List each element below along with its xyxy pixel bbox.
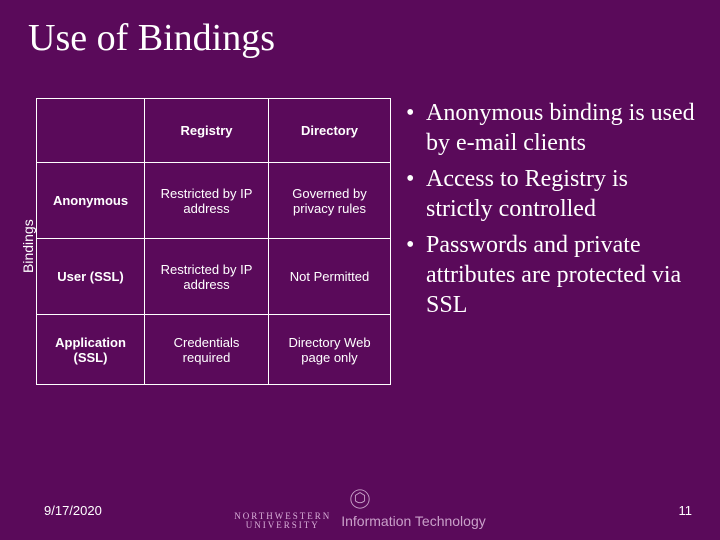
table-row: Application (SSL) Credentials required D… [37, 315, 391, 385]
page-title: Use of Bindings [28, 16, 275, 60]
header-blank [37, 99, 145, 163]
cell-directory: Directory Web page only [269, 315, 391, 385]
table-row: Anonymous Restricted by IP address Gover… [37, 163, 391, 239]
table-section: Bindings Registry Directory Anonymous Re… [0, 98, 400, 385]
content-area: Bindings Registry Directory Anonymous Re… [0, 98, 720, 385]
cell-registry: Restricted by IP address [145, 239, 269, 315]
list-item: Anonymous binding is used by e-mail clie… [400, 98, 700, 158]
department-label: Information Technology [341, 513, 486, 529]
list-item: Access to Registry is strictly controlle… [400, 164, 700, 224]
list-item: Passwords and private attributes are pro… [400, 230, 700, 320]
table-header-row: Registry Directory [37, 99, 391, 163]
cell-registry: Credentials required [145, 315, 269, 385]
footer-center: NORTHWESTERN UNIVERSITY Information Tech… [0, 488, 720, 530]
footer: 9/17/2020 NORTHWESTERN UNIVERSITY Inform… [0, 476, 720, 532]
university-crest-icon [349, 488, 371, 510]
cell-registry: Restricted by IP address [145, 163, 269, 239]
bindings-axis-label: Bindings [20, 219, 36, 273]
row-label: Application (SSL) [37, 315, 145, 385]
page-number: 11 [679, 503, 693, 518]
header-directory: Directory [269, 99, 391, 163]
bindings-table: Registry Directory Anonymous Restricted … [36, 98, 391, 385]
row-label: Anonymous [37, 163, 145, 239]
university-name-bottom: UNIVERSITY [234, 521, 331, 530]
table-row: User (SSL) Restricted by IP address Not … [37, 239, 391, 315]
cell-directory: Governed by privacy rules [269, 163, 391, 239]
bullet-list: Anonymous binding is used by e-mail clie… [400, 98, 720, 326]
cell-directory: Not Permitted [269, 239, 391, 315]
header-registry: Registry [145, 99, 269, 163]
row-label: User (SSL) [37, 239, 145, 315]
